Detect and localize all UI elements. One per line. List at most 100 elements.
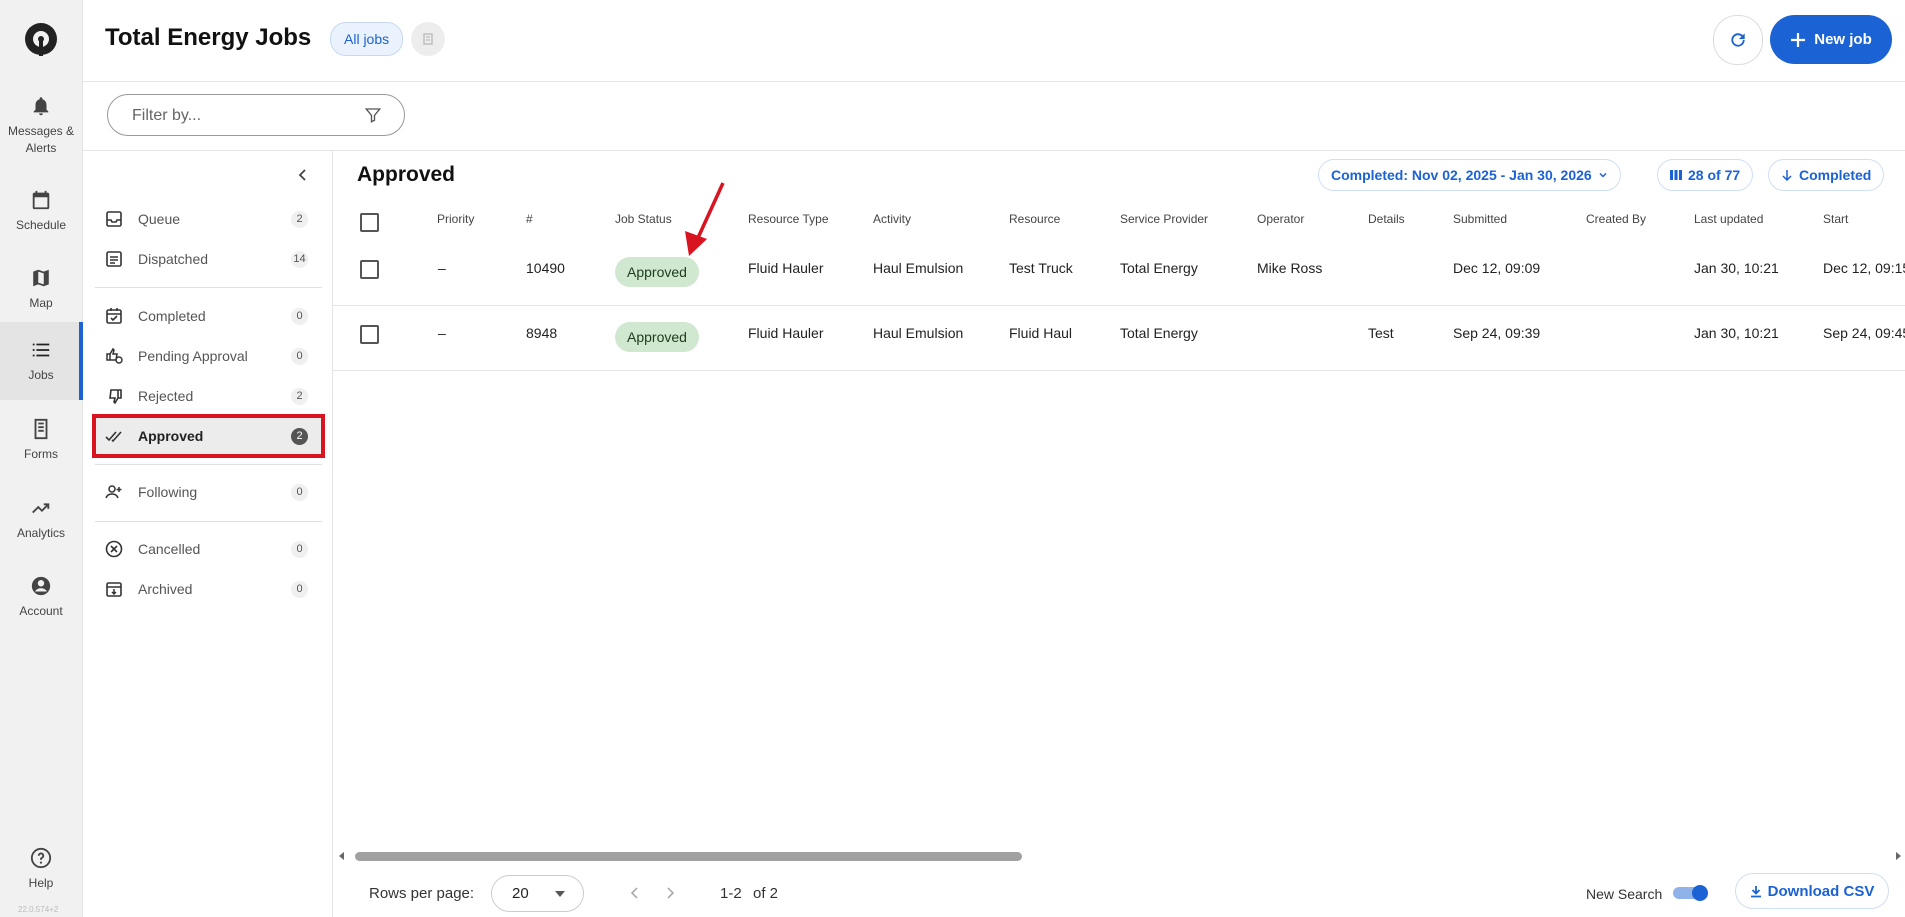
status-count: 14: [291, 251, 308, 268]
status-item-dispatched[interactable]: Dispatched 14: [95, 240, 322, 278]
collapse-panel-icon[interactable]: [293, 165, 313, 185]
status-item-pending-approval[interactable]: Pending Approval 0: [95, 337, 322, 375]
status-item-queue[interactable]: Queue 2: [95, 200, 322, 238]
column-header-service-provider[interactable]: Service Provider: [1120, 212, 1208, 226]
column-header-resource-type[interactable]: Resource Type: [748, 212, 829, 226]
columns-button[interactable]: 28 of 77: [1657, 159, 1754, 191]
divider: [95, 521, 322, 522]
cell-start: Sep 24, 09:45: [1823, 325, 1905, 341]
status-item-completed[interactable]: Completed 0: [95, 297, 322, 335]
divider: [95, 287, 322, 288]
new-job-button[interactable]: New job: [1770, 15, 1892, 64]
column-header-resource[interactable]: Resource: [1009, 212, 1060, 226]
nav-item-jobs[interactable]: Jobs: [0, 322, 83, 400]
status-panel: Queue 2 Dispatched 14 Completed 0 Pendin…: [83, 151, 333, 917]
nav-item-account[interactable]: Account: [0, 558, 82, 636]
refresh-button[interactable]: [1713, 15, 1763, 65]
nav-item-messages-alerts[interactable]: Messages & Alerts: [0, 87, 82, 165]
download-icon: [1750, 885, 1761, 897]
filter-input[interactable]: [130, 95, 354, 137]
cancel-circle-icon: [105, 540, 123, 558]
cell-number: 10490: [526, 260, 565, 276]
column-header-priority[interactable]: Priority: [437, 212, 474, 226]
table-row[interactable]: – 8948 Approved Fluid Hauler Haul Emulsi…: [333, 306, 1905, 371]
nav-item-forms[interactable]: Forms: [0, 401, 82, 479]
table-row[interactable]: – 10490 Approved Fluid Hauler Haul Emuls…: [333, 241, 1905, 306]
cell-activity: Haul Emulsion: [873, 325, 964, 341]
chevron-down-icon: [1599, 172, 1607, 178]
column-header-details[interactable]: Details: [1368, 212, 1405, 226]
column-header-number[interactable]: #: [526, 212, 533, 226]
status-label: Following: [138, 484, 198, 500]
columns-icon: [1670, 170, 1682, 180]
form-icon: [34, 418, 48, 439]
status-count: 2: [291, 388, 308, 405]
nav-label: Analytics: [16, 525, 66, 540]
column-header-start[interactable]: Start: [1823, 212, 1848, 226]
column-header-submitted[interactable]: Submitted: [1453, 212, 1507, 226]
archive-icon: [106, 582, 122, 597]
columns-count: 28 of 77: [1688, 167, 1741, 183]
row-checkbox[interactable]: [360, 260, 379, 279]
previous-page-icon[interactable]: [629, 886, 641, 900]
rows-per-page-select[interactable]: 20: [491, 875, 584, 912]
date-range-filter-button[interactable]: Completed: Nov 02, 2025 - Jan 30, 2026: [1318, 159, 1621, 191]
inbox-icon: [106, 211, 122, 227]
cell-priority: –: [438, 325, 446, 341]
status-count: 0: [291, 348, 308, 365]
list-icon: [32, 343, 50, 356]
thumbs-pending-icon: [106, 347, 123, 364]
status-item-approved[interactable]: Approved 2: [92, 414, 325, 458]
scroll-right-icon[interactable]: [1893, 851, 1903, 861]
app-version: 22.0.574+2: [18, 905, 59, 914]
scroll-left-icon[interactable]: [337, 851, 347, 861]
nav-item-map[interactable]: Map: [0, 250, 82, 328]
nav-item-analytics[interactable]: Analytics: [0, 480, 82, 558]
select-all-checkbox[interactable]: [360, 213, 379, 232]
calendar-check-icon: [106, 308, 122, 324]
status-item-cancelled[interactable]: Cancelled 0: [95, 530, 322, 568]
nav-item-help[interactable]: Help: [0, 830, 82, 908]
filter-icon[interactable]: [364, 106, 382, 124]
column-header-job-status[interactable]: Job Status: [615, 212, 672, 226]
page-total: of 2: [753, 885, 779, 902]
status-badge: Approved: [615, 322, 699, 352]
status-label: Approved: [138, 428, 204, 444]
app-logo-icon[interactable]: [22, 20, 60, 58]
column-header-operator[interactable]: Operator: [1257, 212, 1304, 226]
next-page-icon[interactable]: [664, 886, 676, 900]
cell-submitted: Dec 12, 09:09: [1453, 260, 1541, 276]
cell-operator: Mike Ross: [1257, 260, 1323, 276]
view-selector-chip[interactable]: All jobs: [330, 22, 404, 56]
cell-submitted: Sep 24, 09:39: [1453, 325, 1541, 341]
filter-bar: [83, 82, 1905, 151]
scrollbar-thumb[interactable]: [355, 852, 1022, 861]
column-header-last-updated[interactable]: Last updated: [1694, 212, 1763, 226]
status-label: Rejected: [138, 388, 194, 404]
nav-item-schedule[interactable]: Schedule: [0, 172, 82, 250]
follow-user-icon: [105, 485, 122, 499]
page-range: 1-2: [720, 885, 742, 902]
nav-rail: Messages & Alerts Schedule Map Jobs Form…: [0, 0, 83, 917]
status-count: 0: [291, 484, 308, 501]
column-header-created-by[interactable]: Created By: [1586, 212, 1646, 226]
row-checkbox[interactable]: [360, 325, 379, 344]
nav-label: Messages & Alerts: [7, 124, 75, 155]
cell-last-updated: Jan 30, 10:21: [1694, 260, 1779, 276]
sort-label: Completed: [1799, 167, 1872, 183]
status-item-archived[interactable]: Archived 0: [95, 570, 322, 608]
status-label: Dispatched: [138, 251, 209, 267]
sort-button[interactable]: Completed: [1768, 159, 1885, 191]
status-item-following[interactable]: Following 0: [95, 473, 322, 511]
download-csv-button[interactable]: Download CSV: [1735, 873, 1889, 909]
refresh-icon: [1731, 33, 1745, 47]
save-view-button[interactable]: [411, 22, 445, 56]
status-item-rejected[interactable]: Rejected 2: [95, 377, 322, 415]
status-label: Archived: [138, 581, 193, 597]
new-search-toggle[interactable]: [1673, 885, 1709, 901]
status-badge: Approved: [615, 257, 699, 287]
filter-field[interactable]: [107, 94, 405, 137]
divider: [95, 464, 322, 465]
status-label: Pending Approval: [138, 348, 248, 364]
column-header-activity[interactable]: Activity: [873, 212, 911, 226]
